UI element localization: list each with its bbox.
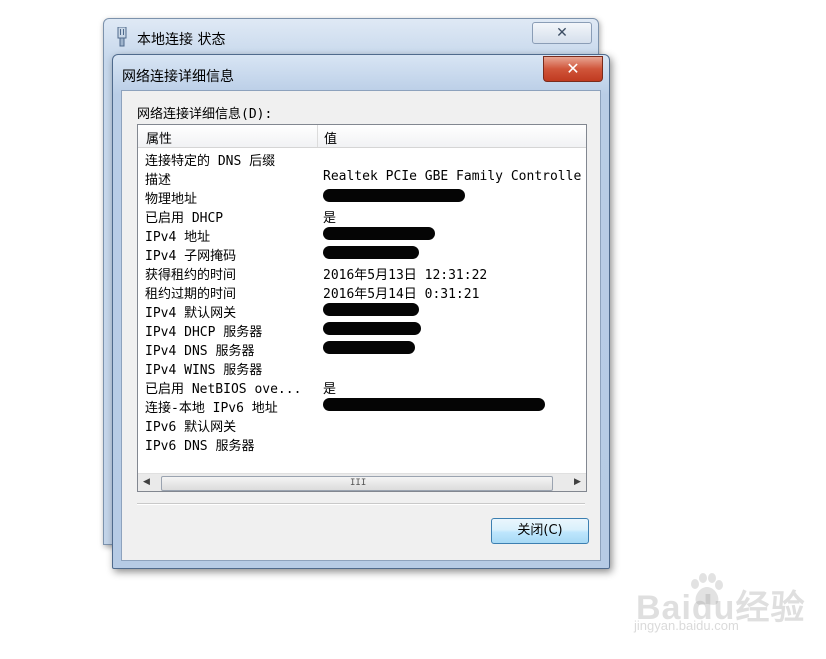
table-row[interactable]: IPv6 默认网关 xyxy=(138,415,586,435)
value-cell: 是 xyxy=(323,382,337,397)
table-row[interactable]: 连接-本地 IPv6 地址 xyxy=(138,396,586,416)
property-cell: 已启用 DHCP xyxy=(145,211,224,226)
scrollbar-grip-icon: III xyxy=(350,478,367,488)
property-cell: 连接特定的 DNS 后缀 xyxy=(145,154,276,169)
redacted-value xyxy=(323,226,435,241)
property-cell: 描述 xyxy=(145,173,172,188)
property-cell: IPv4 地址 xyxy=(145,230,211,245)
table-row[interactable]: 获得租约的时间 2016年5月13日 12:31:22 xyxy=(138,263,586,283)
property-cell: IPv4 默认网关 xyxy=(145,306,237,321)
redacted-value xyxy=(323,188,465,203)
redacted-value xyxy=(323,302,419,317)
property-cell: IPv6 默认网关 xyxy=(145,420,237,435)
scroll-right-arrow-icon[interactable]: ▶ xyxy=(569,474,586,491)
watermark-url: jingyan.baidu.com xyxy=(634,618,739,633)
column-header-property[interactable]: 属性 xyxy=(146,128,172,147)
value-cell: Realtek PCIe GBE Family Controlle xyxy=(323,169,582,184)
table-row[interactable]: 描述 Realtek PCIe GBE Family Controlle xyxy=(138,168,586,188)
table-row[interactable]: IPv4 子网掩码 xyxy=(138,244,586,264)
table-row[interactable]: IPv4 WINS 服务器 xyxy=(138,358,586,378)
redacted-value xyxy=(323,397,545,412)
scrollbar-thumb[interactable]: III xyxy=(161,476,553,491)
network-adapter-icon xyxy=(117,27,127,47)
table-row[interactable]: IPv4 地址 xyxy=(138,225,586,245)
separator-line xyxy=(137,503,585,505)
property-cell: 物理地址 xyxy=(145,192,198,207)
property-cell: IPv6 DNS 服务器 xyxy=(145,439,255,454)
property-cell: IPv4 WINS 服务器 xyxy=(145,363,263,378)
value-cell: 2016年5月13日 12:31:22 xyxy=(323,268,488,283)
table-row[interactable]: IPv4 DHCP 服务器 xyxy=(138,320,586,340)
dialog-title: 网络连接详细信息 xyxy=(122,69,234,85)
property-cell: IPv4 子网掩码 xyxy=(145,249,237,264)
column-header-value[interactable]: 值 xyxy=(324,128,337,147)
list-caption: 网络连接详细信息(D): xyxy=(137,107,273,122)
table-row[interactable]: 租约过期的时间 2016年5月14日 0:31:21 xyxy=(138,282,586,302)
property-cell: IPv4 DHCP 服务器 xyxy=(145,325,263,340)
listview-header: 属性 值 xyxy=(138,125,586,148)
value-cell: 是 xyxy=(323,211,337,226)
table-row[interactable]: 连接特定的 DNS 后缀 xyxy=(138,149,586,169)
table-row[interactable]: 已启用 NetBIOS ove... 是 xyxy=(138,377,586,397)
table-row[interactable]: IPv4 默认网关 xyxy=(138,301,586,321)
back-window-title: 本地连接 状态 xyxy=(137,32,226,48)
horizontal-scrollbar[interactable]: ◀ III ▶ xyxy=(138,473,586,491)
listview-rows: 连接特定的 DNS 后缀 描述 Realtek PCIe GBE Family C… xyxy=(138,149,586,454)
value-cell: 2016年5月14日 0:31:21 xyxy=(323,287,480,302)
property-cell: 租约过期的时间 xyxy=(145,287,237,302)
property-cell: 获得租约的时间 xyxy=(145,268,237,283)
network-connection-details-dialog: 网络连接详细信息 ✕ 网络连接详细信息(D): 属性 值 连接特定的 DNS 后… xyxy=(112,54,610,569)
table-row[interactable]: IPv6 DNS 服务器 xyxy=(138,434,586,454)
property-cell: IPv4 DNS 服务器 xyxy=(145,344,255,359)
property-cell: 连接-本地 IPv6 地址 xyxy=(145,401,278,416)
back-window-close-button[interactable]: ✕ xyxy=(532,22,592,44)
redacted-value xyxy=(323,245,419,260)
dialog-client-area: 网络连接详细信息(D): 属性 值 连接特定的 DNS 后缀 描述 Realtek… xyxy=(121,90,601,561)
table-row[interactable]: 物理地址 xyxy=(138,187,586,207)
column-divider[interactable] xyxy=(317,125,318,147)
scroll-left-arrow-icon[interactable]: ◀ xyxy=(138,474,155,491)
details-listview[interactable]: 属性 值 连接特定的 DNS 后缀 描述 Realtek PCIe GBE Fam… xyxy=(137,124,587,492)
property-cell: 已启用 NetBIOS ove... xyxy=(145,382,302,397)
redacted-value xyxy=(323,321,421,336)
redacted-value xyxy=(323,340,415,355)
dialog-close-button[interactable]: ✕ xyxy=(543,56,603,82)
table-row[interactable]: 已启用 DHCP 是 xyxy=(138,206,586,226)
table-row[interactable]: IPv4 DNS 服务器 xyxy=(138,339,586,359)
close-button[interactable]: 关闭(C) xyxy=(491,518,589,544)
